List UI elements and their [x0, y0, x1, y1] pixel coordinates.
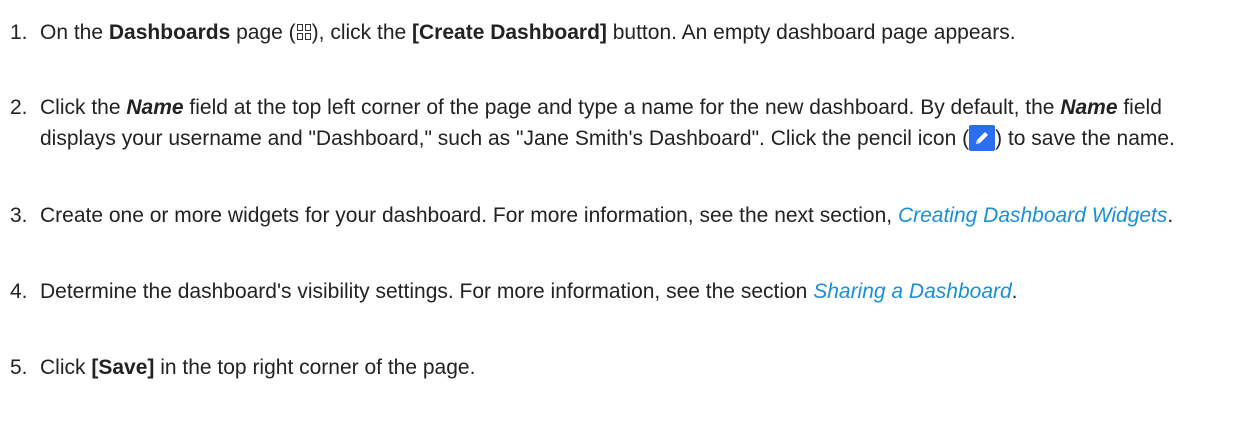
dashboards-page-label: Dashboards — [108, 21, 231, 44]
save-button-label: [Save] — [91, 356, 155, 379]
step-text-segment: page ( — [230, 21, 296, 44]
creating-dashboard-widgets-link[interactable]: Creating Dashboard Widgets — [898, 204, 1167, 227]
name-field-label: Name — [1060, 96, 1118, 119]
step-text-segment: On the — [40, 21, 109, 44]
step-text-segment: ) to save the name. — [995, 127, 1175, 150]
pencil-icon — [969, 125, 996, 151]
step-text-segment: Click the — [40, 96, 127, 119]
step-text-segment: Click — [40, 356, 92, 379]
step-text: Create one or more widgets for your dash… — [40, 200, 1228, 231]
step-text-segment: in the top right corner of the page. — [154, 356, 476, 379]
step-text-segment: Create one or more widgets for your dash… — [40, 204, 898, 227]
create-dashboard-button-label: [Create Dashboard] — [412, 21, 607, 44]
step-text-segment: ), click the — [311, 21, 413, 44]
dashboards-grid-icon — [296, 23, 312, 41]
step-text: Click [Save] in the top right corner of … — [40, 352, 1228, 383]
step-text: Determine the dashboard's visibility set… — [40, 276, 1228, 307]
step-number: 1. — [10, 21, 28, 44]
step-text-segment: Determine the dashboard's visibility set… — [40, 280, 814, 303]
step-text-segment: field at the top left corner of the page… — [183, 96, 1061, 119]
step-text-segment: . — [1011, 280, 1018, 303]
step-text: Click the Name field at the top left cor… — [40, 92, 1228, 154]
step-text: On the Dashboards page ( ), click the [Cr… — [40, 17, 1228, 48]
sharing-a-dashboard-link[interactable]: Sharing a Dashboard — [813, 280, 1011, 303]
name-field-label: Name — [126, 96, 184, 119]
step-text-segment: . — [1167, 204, 1174, 227]
step-number: 3. — [10, 204, 28, 227]
step-number: 4. — [10, 280, 28, 303]
step-number: 5. — [10, 356, 28, 379]
step-text-segment: button. An empty dashboard page appears. — [606, 21, 1016, 44]
step-number: 2. — [10, 96, 28, 119]
